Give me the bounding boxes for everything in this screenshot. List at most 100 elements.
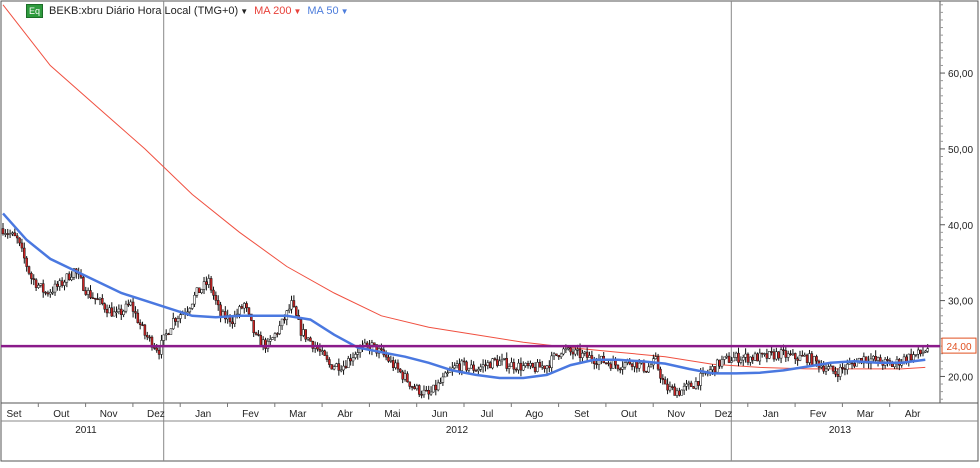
symbol-text: BEKB:xbru Diário Hora Local (TMG+0) [49, 5, 239, 17]
candle-body [812, 356, 816, 366]
candle-body [838, 366, 842, 377]
price-chart[interactable]: 20,00 30,00 40,00 50,00 60,00 Set Out Nov Dez Jan… [0, 0, 980, 463]
candle-body [746, 353, 750, 363]
x-tick-label: Jan [763, 409, 779, 420]
candle-body [391, 360, 395, 368]
candle-body [496, 359, 499, 366]
candle-body [914, 354, 918, 356]
candle-body [351, 357, 355, 362]
candle-body [1, 228, 5, 235]
candle-body [134, 311, 137, 314]
candle-body [179, 314, 182, 319]
candle-body [212, 289, 215, 296]
candle-body [661, 378, 665, 380]
ma200-legend[interactable]: MA 200 ▼ [254, 5, 301, 17]
candle-body [254, 332, 258, 335]
candle-body [491, 358, 494, 369]
year-label: 2013 [829, 425, 852, 436]
candle-body [37, 285, 40, 288]
candle-body [453, 365, 456, 369]
x-tick-label: Abr [337, 409, 353, 420]
x-tick-label: Ago [525, 409, 543, 420]
candle-body [157, 349, 161, 355]
candle-body [507, 366, 511, 369]
candle-body [533, 366, 537, 372]
candle-body [876, 357, 880, 361]
candle-body [238, 306, 241, 315]
candle-body [89, 290, 92, 298]
ma50-dropdown-icon[interactable]: ▼ [341, 7, 349, 16]
candle-body [399, 368, 402, 373]
candle-body [616, 364, 620, 370]
candle-body [583, 351, 587, 354]
candle-body [893, 363, 896, 367]
candle-body [422, 389, 426, 396]
candle-body [831, 365, 835, 372]
y-tick-label: 20,00 [948, 372, 973, 383]
candle-body [27, 266, 31, 274]
candle-body [292, 300, 296, 307]
candle-body [734, 352, 738, 358]
candle-body [108, 307, 111, 314]
candle-body [219, 304, 222, 317]
y-tick-label: 60,00 [948, 69, 973, 80]
ma200-dropdown-icon[interactable]: ▼ [293, 7, 301, 16]
candle-body [65, 273, 69, 283]
candle-body [829, 365, 832, 368]
ma50-legend[interactable]: MA 50 ▼ [307, 5, 348, 17]
x-tick-label: Fev [810, 409, 827, 420]
candle-body [323, 350, 326, 356]
candle-body [805, 354, 809, 363]
candle-body [779, 349, 783, 359]
candle-body [198, 287, 201, 293]
symbol-dropdown-icon[interactable]: ▼ [240, 7, 248, 16]
candle-body [822, 365, 825, 372]
candle-body [101, 298, 104, 304]
candle-body [193, 295, 196, 305]
candle-body [685, 383, 688, 387]
candle-body [56, 283, 59, 287]
candle-body [529, 362, 532, 367]
candle-body [436, 382, 440, 391]
candle-body [647, 366, 650, 373]
candle-body [410, 386, 414, 388]
candle-body [98, 298, 102, 300]
candle-body [642, 361, 646, 372]
candle-body [649, 364, 653, 368]
candle-body [242, 303, 246, 309]
chart-canvas[interactable]: 20,00 30,00 40,00 50,00 60,00 Set Out Nov Dez Jan… [0, 0, 980, 463]
symbol-label[interactable]: BEKB:xbru Diário Hora Local (TMG+0) ▼ [49, 5, 248, 17]
candle-body [160, 340, 163, 355]
candle-body [96, 298, 99, 301]
candle-body [261, 339, 265, 346]
candle-body [827, 366, 830, 370]
candle-body [70, 277, 73, 281]
candle-body [566, 347, 570, 350]
candle-body [531, 362, 535, 368]
candle-body [394, 362, 397, 368]
candle-body [834, 370, 837, 375]
candle-body [789, 353, 792, 356]
candle-body [500, 359, 504, 362]
candle-body [84, 290, 88, 295]
candle-body [231, 321, 234, 325]
candle-body [713, 366, 717, 373]
candle-body [415, 385, 419, 390]
candle-body [278, 325, 281, 334]
candle-body [815, 356, 818, 362]
candle-body [559, 353, 563, 358]
candle-body [784, 350, 788, 358]
candle-body [505, 358, 508, 369]
candle-body [474, 370, 478, 372]
x-tick-label: Mai [384, 409, 400, 420]
candle-body [252, 320, 255, 334]
candle-body [824, 368, 828, 372]
x-tick-label: Nov [100, 409, 118, 420]
candle-body [574, 349, 577, 355]
candle-body [259, 335, 263, 346]
candle-body [380, 348, 383, 351]
candle-body [581, 353, 584, 358]
candle-body [164, 333, 168, 336]
plot-area[interactable] [0, 0, 941, 404]
candle-body [93, 297, 97, 300]
